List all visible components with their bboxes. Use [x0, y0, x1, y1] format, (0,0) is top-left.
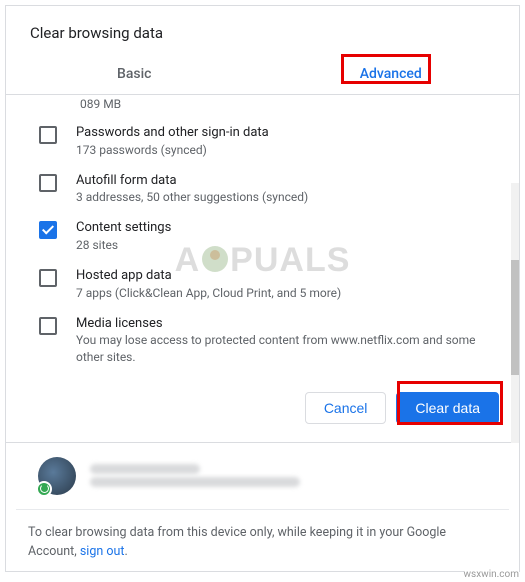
account-email-redacted — [90, 477, 300, 487]
sign-out-link[interactable]: sign out — [80, 544, 125, 559]
checkbox-content-settings[interactable] — [39, 221, 57, 239]
tab-advanced[interactable]: Advanced — [263, 56, 520, 94]
item-title: Passwords and other sign-in data — [76, 124, 499, 142]
sync-badge-icon — [36, 481, 52, 497]
source-label: wsxwin.com — [464, 569, 519, 580]
list-item: Autofill form data 3 addresses, 50 other… — [24, 165, 503, 213]
cancel-button[interactable]: Cancel — [305, 392, 387, 424]
list-item: Hosted app data 7 apps (Click&Clean App,… — [24, 260, 503, 308]
avatar — [38, 457, 76, 495]
clear-browsing-data-dialog: Clear browsing data Basic Advanced 089 M… — [5, 5, 520, 572]
checkbox-passwords[interactable] — [39, 126, 57, 144]
item-title: Content settings — [76, 219, 499, 237]
options-list: 089 MB Passwords and other sign-in data … — [6, 95, 519, 376]
list-item: Content settings 28 sites — [24, 212, 503, 260]
tab-basic[interactable]: Basic — [6, 56, 263, 94]
checkbox-autofill[interactable] — [39, 174, 57, 192]
dialog-title: Clear browsing data — [6, 6, 519, 56]
account-row[interactable] — [16, 443, 509, 510]
account-name-redacted — [90, 464, 200, 474]
tabs: Basic Advanced — [6, 56, 519, 95]
dialog-actions: Cancel Clear data — [6, 376, 519, 443]
item-title: Autofill form data — [76, 172, 499, 190]
item-subtext: 28 sites — [76, 237, 499, 253]
item-subtext: 3 addresses, 50 other suggestions (synce… — [76, 189, 499, 205]
list-item: Passwords and other sign-in data 173 pas… — [24, 117, 503, 165]
clear-data-button[interactable]: Clear data — [396, 392, 499, 424]
footer-note: To clear browsing data from this device … — [6, 510, 519, 576]
account-info — [90, 461, 489, 490]
item-title: Media licenses — [76, 315, 499, 333]
item-subtext: 173 passwords (synced) — [76, 142, 499, 158]
checkbox-hosted-app[interactable] — [39, 269, 57, 287]
truncated-previous-row: 089 MB — [24, 97, 503, 117]
checkbox-media-licenses[interactable] — [39, 317, 57, 335]
item-title: Hosted app data — [76, 267, 499, 285]
item-subtext: You may lose access to protected content… — [76, 332, 499, 364]
item-subtext: 7 apps (Click&Clean App, Cloud Print, an… — [76, 285, 499, 301]
list-item: Media licenses You may lose access to pr… — [24, 308, 503, 372]
